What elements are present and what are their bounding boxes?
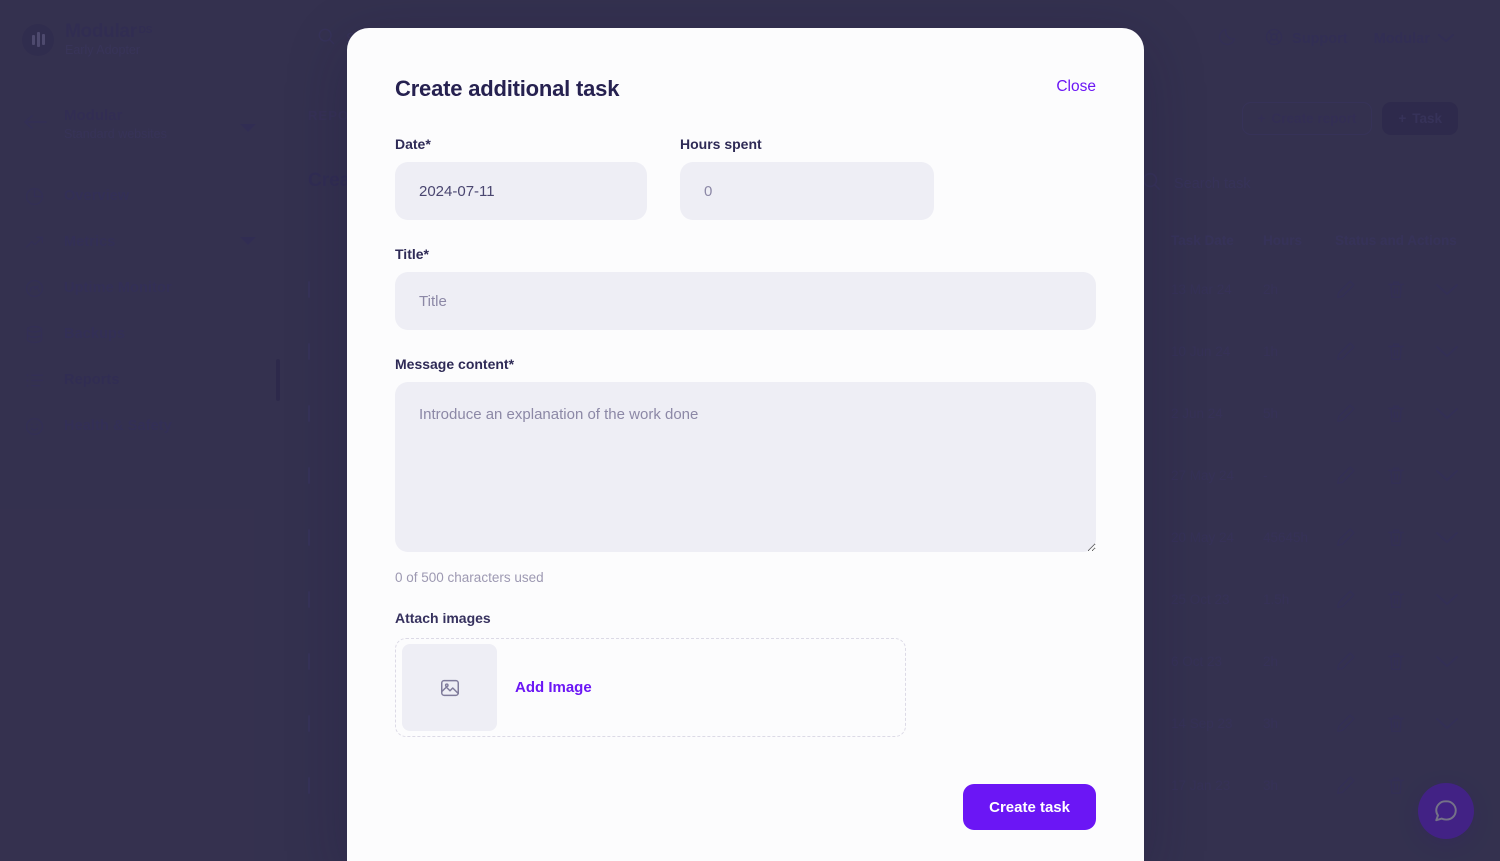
title-field-group: Title*: [395, 246, 1096, 330]
modal-title: Create additional task: [395, 76, 620, 101]
hours-spent-input[interactable]: [680, 162, 934, 220]
character-counter: 0 of 500 characters used: [395, 570, 544, 585]
attach-images-label: Attach images: [395, 610, 491, 626]
hours-field-group: Hours spent: [680, 136, 934, 220]
message-field-group: Message content* 0 of 500 characters use…: [395, 356, 1096, 585]
date-label: Date*: [395, 136, 431, 152]
add-image-link[interactable]: Add Image: [515, 679, 592, 696]
hours-label: Hours spent: [680, 136, 762, 152]
message-content-textarea[interactable]: [395, 382, 1096, 552]
title-label: Title*: [395, 246, 429, 262]
date-field-group: Date*: [395, 136, 647, 220]
create-additional-task-modal: Create additional task Close Date* Hours…: [347, 28, 1144, 861]
title-input[interactable]: [395, 272, 1096, 330]
message-content-label: Message content*: [395, 356, 515, 372]
modal-header: Create additional task Close: [395, 76, 1096, 102]
close-button[interactable]: Close: [1056, 76, 1096, 98]
attach-images-dropzone[interactable]: Add Image: [395, 638, 906, 737]
date-input[interactable]: [395, 162, 647, 220]
create-task-button[interactable]: Create task: [963, 784, 1096, 830]
image-icon: [402, 644, 497, 731]
